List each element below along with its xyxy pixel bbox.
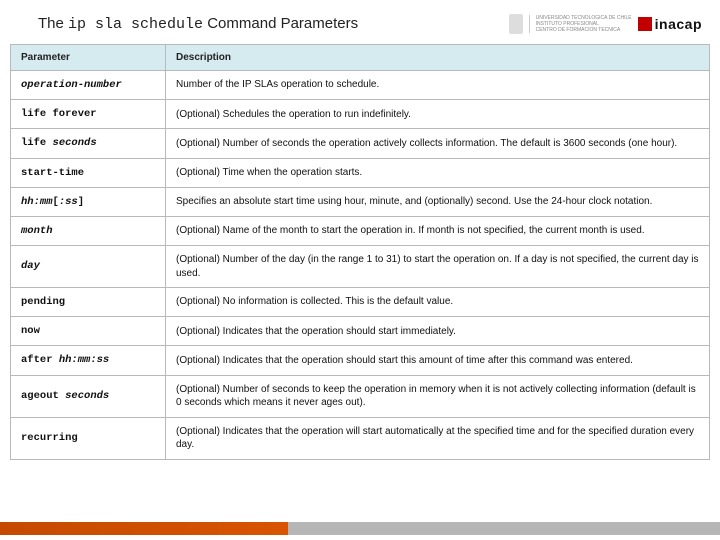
title-command: ip sla schedule bbox=[68, 16, 203, 33]
table-header-row: Parameter Description bbox=[11, 45, 710, 71]
col-parameter: Parameter bbox=[11, 45, 166, 71]
desc-cell: (Optional) Time when the operation start… bbox=[166, 158, 710, 187]
footer-stripe bbox=[0, 522, 720, 535]
table-row: after hh:mm:ss(Optional) Indicates that … bbox=[11, 346, 710, 375]
param-cell: after hh:mm:ss bbox=[11, 346, 166, 375]
table-row: hh:mm[:ss]Specifies an absolute start ti… bbox=[11, 187, 710, 216]
inacap-text: inacap bbox=[655, 16, 702, 32]
desc-cell: (Optional) Schedules the operation to ru… bbox=[166, 100, 710, 129]
inacap-square-icon bbox=[638, 17, 652, 31]
table-row: ageout seconds(Optional) Number of secon… bbox=[11, 375, 710, 417]
param-cell: ageout seconds bbox=[11, 375, 166, 417]
header: The ip sla schedule Command Parameters U… bbox=[0, 0, 720, 40]
title-post: Command Parameters bbox=[203, 15, 358, 32]
desc-cell: (Optional) Number of seconds to keep the… bbox=[166, 375, 710, 417]
university-shield-icon bbox=[509, 14, 523, 34]
parameters-table: Parameter Description operation-numberNu… bbox=[10, 44, 710, 460]
table-row: operation-numberNumber of the IP SLAs op… bbox=[11, 71, 710, 100]
param-cell: start-time bbox=[11, 158, 166, 187]
param-cell: month bbox=[11, 216, 166, 245]
param-cell: life forever bbox=[11, 100, 166, 129]
desc-cell: Specifies an absolute start time using h… bbox=[166, 187, 710, 216]
table-row: start-time(Optional) Time when the opera… bbox=[11, 158, 710, 187]
logo-area: UNIVERSIDAD TECNOLOGICA DE CHILE INSTITU… bbox=[509, 14, 702, 34]
param-cell: life seconds bbox=[11, 129, 166, 158]
university-text: UNIVERSIDAD TECNOLOGICA DE CHILE INSTITU… bbox=[529, 15, 632, 33]
table-row: pending(Optional) No information is coll… bbox=[11, 288, 710, 317]
page-title: The ip sla schedule Command Parameters bbox=[38, 15, 358, 33]
desc-cell: (Optional) Indicates that the operation … bbox=[166, 317, 710, 346]
desc-cell: (Optional) No information is collected. … bbox=[166, 288, 710, 317]
param-cell: hh:mm[:ss] bbox=[11, 187, 166, 216]
param-cell: now bbox=[11, 317, 166, 346]
param-cell: day bbox=[11, 246, 166, 288]
desc-cell: (Optional) Indicates that the operation … bbox=[166, 417, 710, 459]
table-row: recurring(Optional) Indicates that the o… bbox=[11, 417, 710, 459]
desc-cell: (Optional) Indicates that the operation … bbox=[166, 346, 710, 375]
param-cell: operation-number bbox=[11, 71, 166, 100]
table-row: life seconds(Optional) Number of seconds… bbox=[11, 129, 710, 158]
table-row: month(Optional) Name of the month to sta… bbox=[11, 216, 710, 245]
desc-cell: Number of the IP SLAs operation to sched… bbox=[166, 71, 710, 100]
table-row: now(Optional) Indicates that the operati… bbox=[11, 317, 710, 346]
param-cell: recurring bbox=[11, 417, 166, 459]
param-cell: pending bbox=[11, 288, 166, 317]
desc-cell: (Optional) Number of seconds the operati… bbox=[166, 129, 710, 158]
desc-cell: (Optional) Name of the month to start th… bbox=[166, 216, 710, 245]
table-row: life forever(Optional) Schedules the ope… bbox=[11, 100, 710, 129]
col-description: Description bbox=[166, 45, 710, 71]
desc-cell: (Optional) Number of the day (in the ran… bbox=[166, 246, 710, 288]
inacap-logo: inacap bbox=[638, 16, 702, 32]
title-pre: The bbox=[38, 15, 68, 32]
table-row: day(Optional) Number of the day (in the … bbox=[11, 246, 710, 288]
